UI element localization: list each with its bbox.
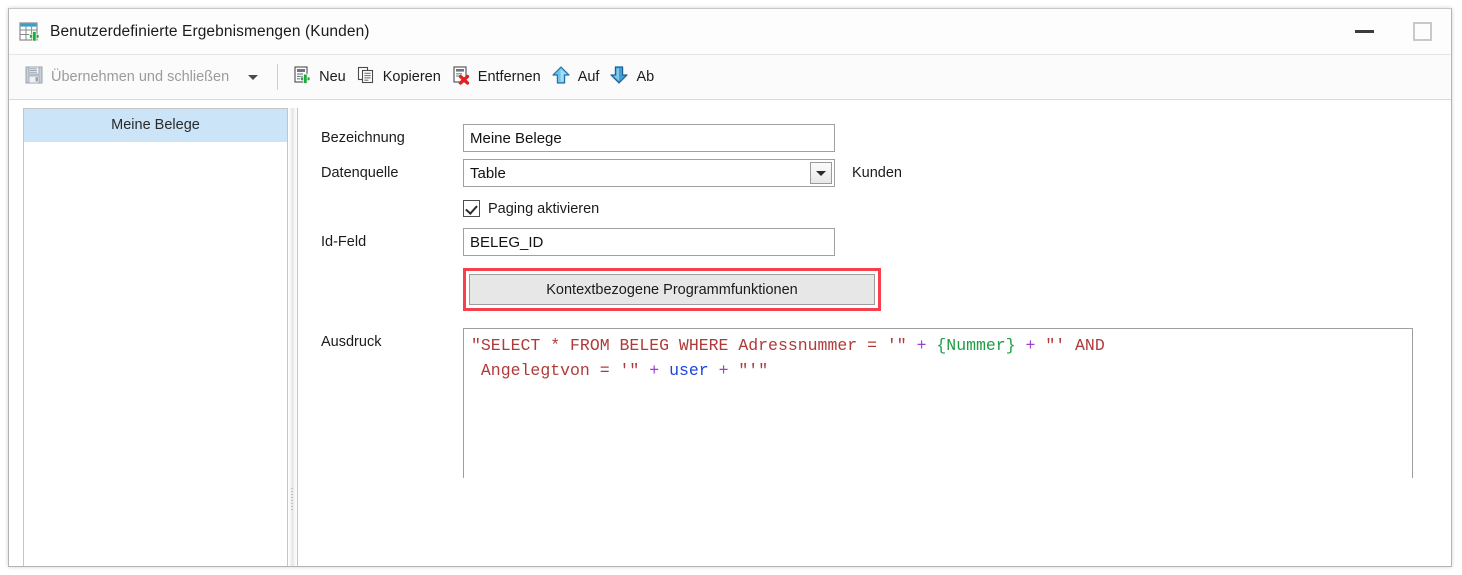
copy-button-label: Kopieren	[382, 69, 441, 85]
move-down-button-label: Ab	[636, 69, 655, 85]
expression-token-variable: user	[669, 361, 709, 380]
dialog-body: Meine Belege Bezeichnung Meine Belege Da…	[9, 100, 1451, 566]
paging-label[interactable]: Paging aktivieren	[488, 201, 599, 217]
delete-icon	[451, 65, 471, 90]
move-up-button[interactable]: Auf	[546, 61, 605, 93]
id-feld-input[interactable]: BELEG_ID	[463, 228, 835, 256]
delete-button[interactable]: Entfernen	[446, 61, 546, 93]
datenquelle-row: Datenquelle Table Kunden	[321, 159, 1451, 187]
apply-and-close-label: Übernehmen und schließen	[51, 69, 230, 85]
expression-token-placeholder: {Nummer}	[936, 336, 1016, 355]
paging-checkbox[interactable]	[463, 200, 480, 217]
paging-row: Paging aktivieren	[463, 200, 1451, 217]
window-controls	[1335, 9, 1451, 54]
list-item[interactable]: Meine Belege	[24, 109, 287, 142]
toolbar: Übernehmen und schließen Neu Kopieren En…	[9, 55, 1451, 100]
detail-form: Bezeichnung Meine Belege Datenquelle Tab…	[297, 108, 1451, 566]
datenquelle-side-text: Kunden	[852, 165, 902, 181]
window-title: Benutzerdefinierte Ergebnismengen (Kunde…	[50, 22, 370, 40]
chevron-down-icon	[816, 170, 826, 176]
expression-token-operator: +	[1015, 336, 1046, 355]
datenquelle-select[interactable]: Table	[463, 159, 835, 187]
id-feld-label: Id-Feld	[321, 234, 367, 250]
arrow-up-icon	[551, 65, 571, 90]
datenquelle-label: Datenquelle	[321, 165, 399, 181]
copy-icon	[356, 65, 376, 90]
delete-button-label: Entfernen	[477, 69, 541, 85]
id-feld-value: BELEG_ID	[470, 233, 544, 251]
copy-button[interactable]: Kopieren	[351, 61, 446, 93]
move-down-button[interactable]: Ab	[604, 61, 659, 93]
expression-token-string: "SELECT * FROM BELEG WHERE Adressnummer …	[471, 336, 907, 355]
expression-token-operator: +	[639, 361, 670, 380]
id-feld-row: Id-Feld BELEG_ID	[321, 228, 1451, 256]
ausdruck-label: Ausdruck	[321, 334, 382, 350]
toolbar-separator	[277, 64, 279, 90]
result-set-list[interactable]: Meine Belege	[23, 108, 288, 566]
expression-token-string: "'"	[738, 361, 769, 380]
context-functions-highlight: Kontextbezogene Programmfunktionen	[463, 268, 881, 311]
dropdown-button[interactable]	[810, 162, 832, 184]
bezeichnung-input[interactable]: Meine Belege	[463, 124, 835, 152]
table-add-icon	[19, 21, 41, 43]
maximize-button[interactable]	[1393, 10, 1451, 54]
minimize-icon	[1354, 30, 1374, 33]
list-item-label: Meine Belege	[111, 117, 200, 133]
arrow-down-icon	[609, 65, 629, 90]
expression-token-operator: +	[906, 336, 937, 355]
bezeichnung-value: Meine Belege	[470, 129, 562, 147]
bezeichnung-row: Bezeichnung Meine Belege	[321, 124, 1451, 152]
expression-token-operator: +	[708, 361, 739, 380]
move-up-button-label: Auf	[577, 69, 600, 85]
new-button-label: Neu	[319, 69, 346, 85]
new-record-icon	[292, 65, 312, 90]
panel-splitter[interactable]	[288, 108, 297, 566]
datenquelle-value: Table	[470, 164, 506, 182]
ausdruck-row: Ausdruck "SELECT * FROM BELEG WHERE Adre…	[321, 328, 1451, 478]
dialog-window: Benutzerdefinierte Ergebnismengen (Kunde…	[8, 8, 1452, 567]
maximize-icon	[1412, 22, 1432, 41]
apply-and-close-button[interactable]: Übernehmen und schließen	[19, 61, 234, 93]
context-functions-button[interactable]: Kontextbezogene Programmfunktionen	[469, 274, 875, 305]
ausdruck-editor[interactable]: "SELECT * FROM BELEG WHERE Adressnummer …	[463, 328, 1413, 478]
chevron-down-icon[interactable]	[248, 74, 259, 80]
title-bar: Benutzerdefinierte Ergebnismengen (Kunde…	[9, 9, 1451, 55]
bezeichnung-label: Bezeichnung	[321, 130, 405, 146]
new-button[interactable]: Neu	[287, 61, 351, 93]
save-icon	[24, 65, 44, 90]
minimize-button[interactable]	[1335, 10, 1393, 54]
